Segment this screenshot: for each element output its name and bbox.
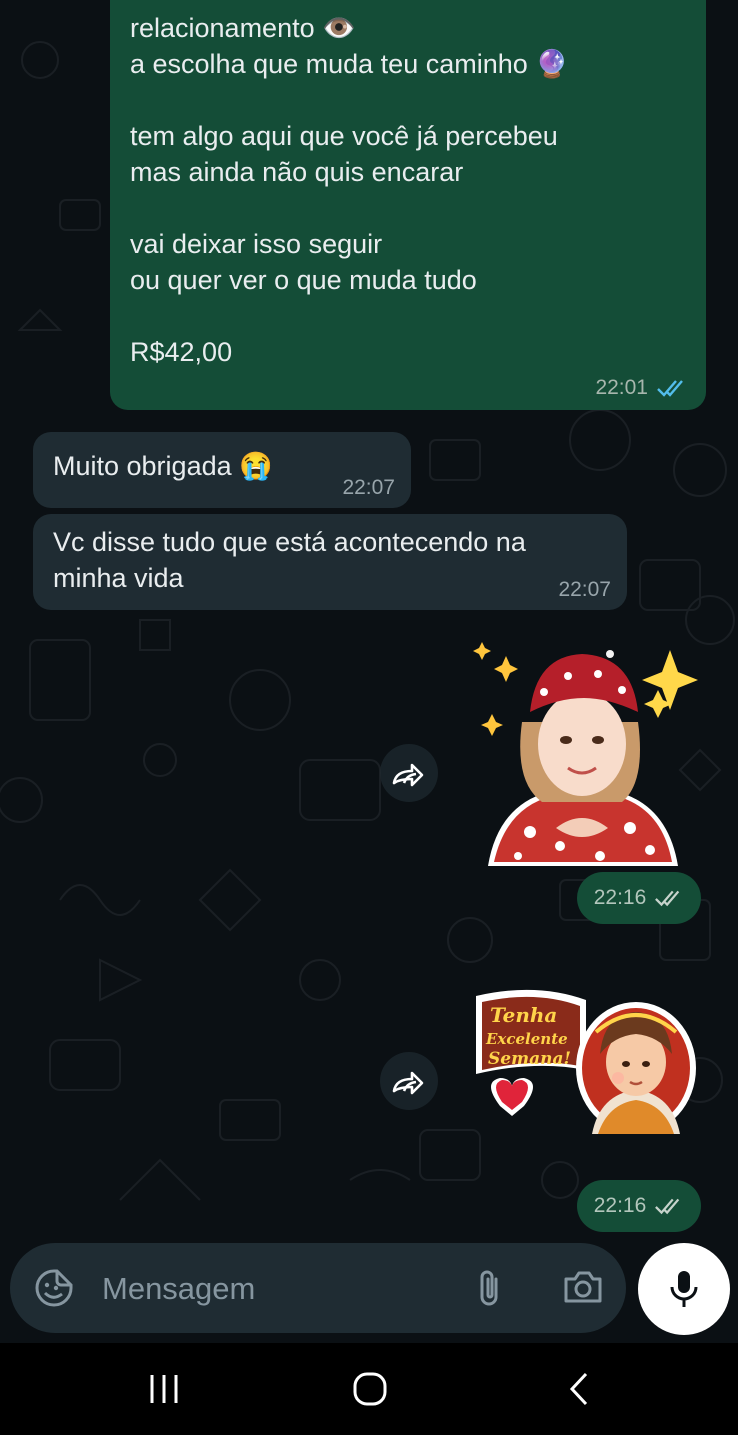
paperclip-icon[interactable] [474,1267,504,1314]
read-ticks-icon [656,378,688,398]
incoming-message-bubble[interactable]: Muito obrigada 😭 22:07 [33,432,411,508]
svg-text:Excelente: Excelente [485,1030,568,1048]
message-time: 22:07 [342,476,395,499]
message-line: mas ainda não quis encarar [130,157,464,187]
forward-icon [392,763,424,787]
forward-button[interactable] [380,1052,438,1110]
delivered-ticks-icon [655,1198,680,1215]
recent-apps-icon[interactable] [146,1371,182,1412]
message-time: 22:07 [558,578,611,601]
sticker-time-badge: 22:16 [577,872,701,924]
forward-button[interactable] [380,744,438,802]
message-line: relacionamento 👁️ [130,13,356,43]
back-icon[interactable] [564,1371,594,1412]
voice-message-button[interactable] [638,1243,730,1335]
fortune-teller-sticker[interactable] [470,632,700,872]
microphone-icon [670,1271,698,1307]
svg-text:Tenha: Tenha [490,1003,557,1027]
message-line [130,82,690,118]
svg-text:Semana!: Semana! [488,1049,571,1069]
incoming-message-bubble[interactable]: Vc disse tudo que está acontecendo na mi… [33,514,627,610]
message-line: ou quer ver o que muda tudo [130,265,477,295]
message-line [130,190,690,226]
sticker-time-badge: 22:16 [577,1180,701,1232]
message-text: Vc disse tudo que está acontecendo na mi… [53,527,526,593]
message-text: relacionamento 👁️ a escolha que muda teu … [130,10,690,370]
message-meta: 22:01 [595,376,688,400]
sticker-emoji-icon[interactable] [34,1268,74,1313]
message-time: 22:01 [595,376,648,399]
message-time: 22:16 [593,886,647,909]
message-input[interactable] [100,1263,454,1315]
message-time: 22:16 [593,1194,647,1217]
message-line: a escolha que muda teu caminho 🔮 [130,49,569,79]
delivered-ticks-icon [655,890,680,907]
chat-area[interactable]: relacionamento 👁️ a escolha que muda teu … [0,0,738,1343]
message-line: tem algo aqui que você já percebeu [130,121,558,151]
home-icon[interactable] [352,1371,388,1412]
forward-icon [392,1071,424,1095]
tenha-excelente-semana-sticker[interactable]: Tenha Excelente Semana! [468,982,696,1138]
message-line: vai deixar isso seguir [130,229,383,259]
navigation-bar [0,1343,738,1435]
message-text: Muito obrigada 😭 [53,451,273,481]
message-line: R$42,00 [130,337,233,367]
message-composer [10,1243,626,1333]
message-line [130,298,690,334]
outgoing-message-bubble[interactable]: relacionamento 👁️ a escolha que muda teu … [110,0,706,410]
camera-icon[interactable] [562,1269,604,1310]
